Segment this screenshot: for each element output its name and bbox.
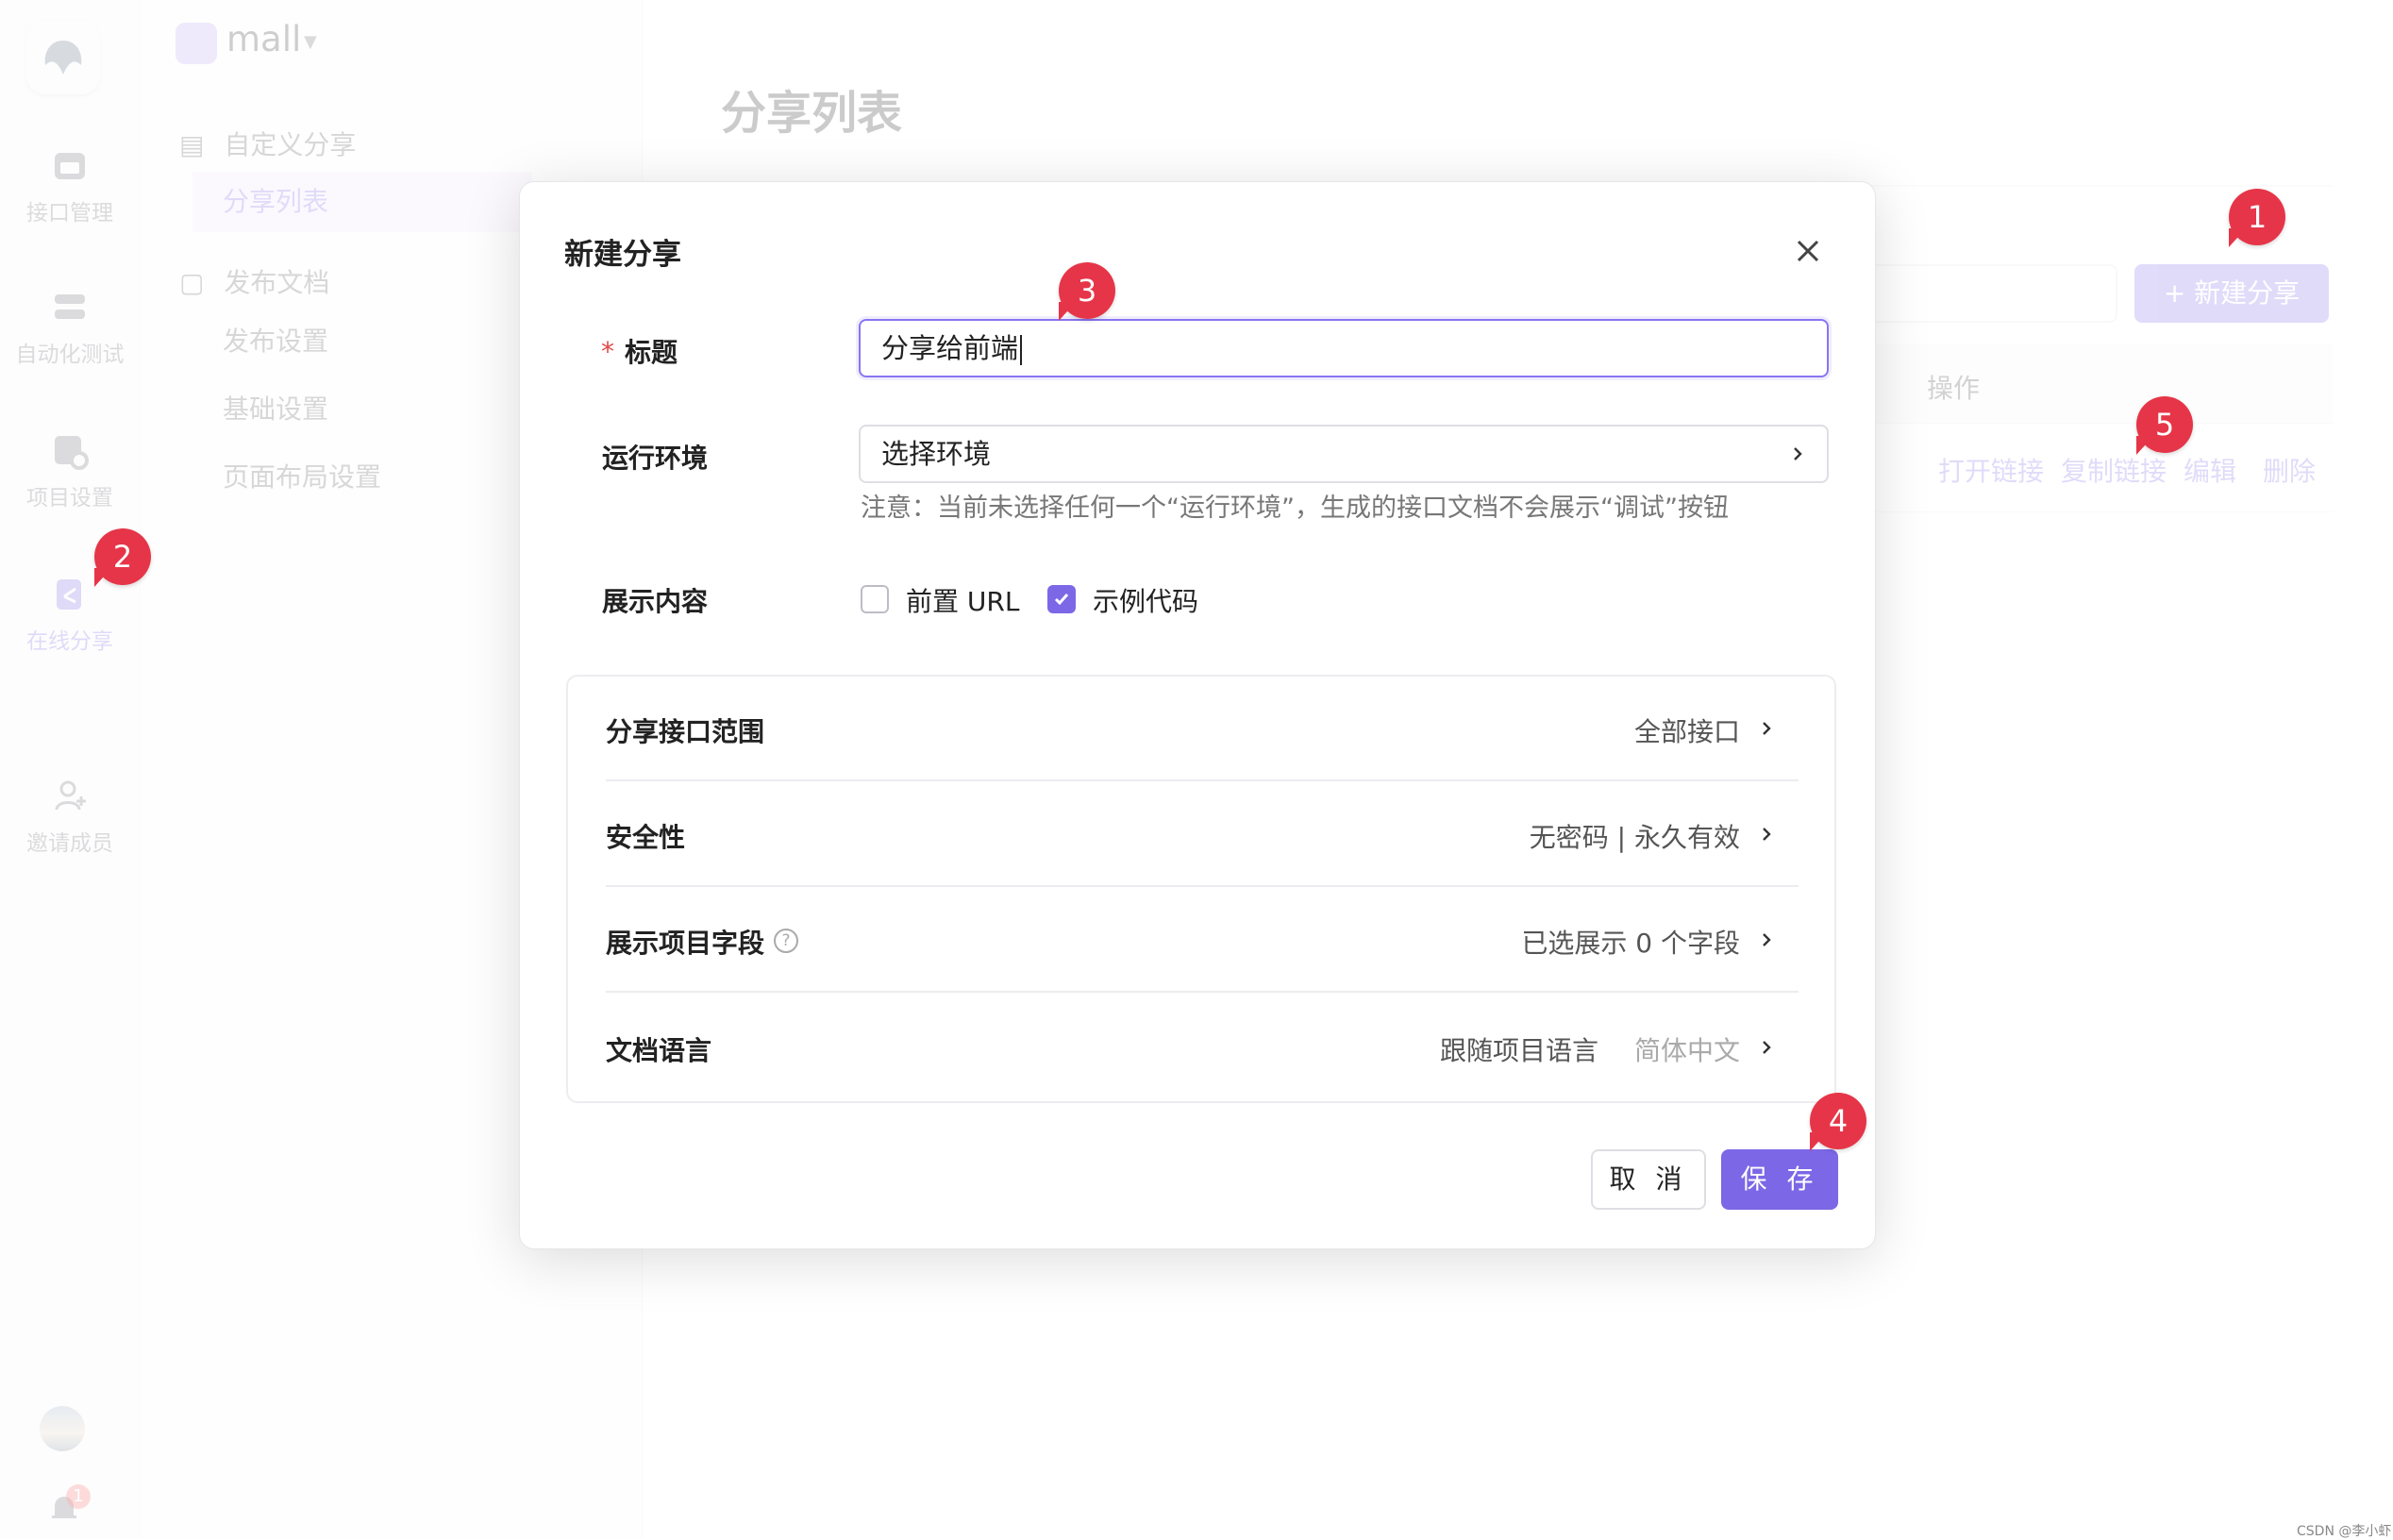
security-label[interactable]: 安全性 [606, 817, 685, 855]
prefix-url-label[interactable]: 前置 URL [906, 581, 1019, 619]
sample-code-checkbox[interactable] [1047, 585, 1076, 613]
chevron-right-icon [1763, 828, 1771, 841]
share-scope-value[interactable]: 全部接口 [1634, 711, 1740, 749]
sample-code-label[interactable]: 示例代码 [1093, 581, 1198, 619]
security-value[interactable]: 无密码 | 永久有效 [1530, 817, 1740, 855]
text-cursor [1020, 335, 1023, 365]
close-icon[interactable] [1789, 232, 1827, 270]
chevron-right-icon [1763, 1041, 1771, 1054]
chevron-right-icon [1763, 722, 1771, 735]
required-mark: * [601, 336, 614, 367]
divider [606, 885, 1799, 887]
doc-language-label[interactable]: 文档语言 [606, 1030, 711, 1068]
cancel-button[interactable]: 取 消 [1591, 1149, 1706, 1210]
env-select[interactable]: 选择环境 [859, 425, 1829, 483]
callout-badge-2: 2 [94, 528, 151, 587]
env-note: 注意：当前未选择任何一个“运行环境”，生成的接口文档不会展示“调试”按钮 [861, 494, 1729, 523]
chevron-right-icon [1763, 933, 1771, 946]
watermark: CSDN @李小虾 [2297, 1524, 2392, 1539]
doc-language-value[interactable]: 跟随项目语言 [1440, 1030, 1598, 1068]
save-button[interactable]: 保 存 [1721, 1149, 1838, 1210]
title-input-value: 分享给前端 [881, 332, 1019, 364]
dialog-title: 新建分享 [564, 238, 681, 272]
doc-language-secondary: 简体中文 [1633, 1035, 1740, 1066]
project-fields-label[interactable]: 展示项目字段 [606, 923, 764, 961]
callout-badge-4: 4 [1810, 1093, 1866, 1151]
content-label: 展示内容 [602, 586, 709, 617]
prefix-url-checkbox[interactable] [861, 585, 889, 613]
title-input[interactable]: 分享给前端 [859, 319, 1829, 377]
chevron-right-icon [1794, 447, 1802, 460]
check-icon [1054, 594, 1069, 606]
callout-badge-1: 1 [2229, 189, 2285, 247]
divider [606, 991, 1799, 993]
env-label: 运行环境 [602, 443, 709, 474]
callout-badge-5: 5 [2136, 396, 2193, 455]
help-icon[interactable]: ? [774, 929, 798, 953]
title-label: 标题 [625, 337, 678, 368]
share-scope-label[interactable]: 分享接口范围 [606, 711, 764, 749]
callout-badge-3: 3 [1059, 262, 1115, 321]
project-fields-value[interactable]: 已选展示 0 个字段 [1521, 923, 1740, 961]
divider [606, 779, 1799, 781]
